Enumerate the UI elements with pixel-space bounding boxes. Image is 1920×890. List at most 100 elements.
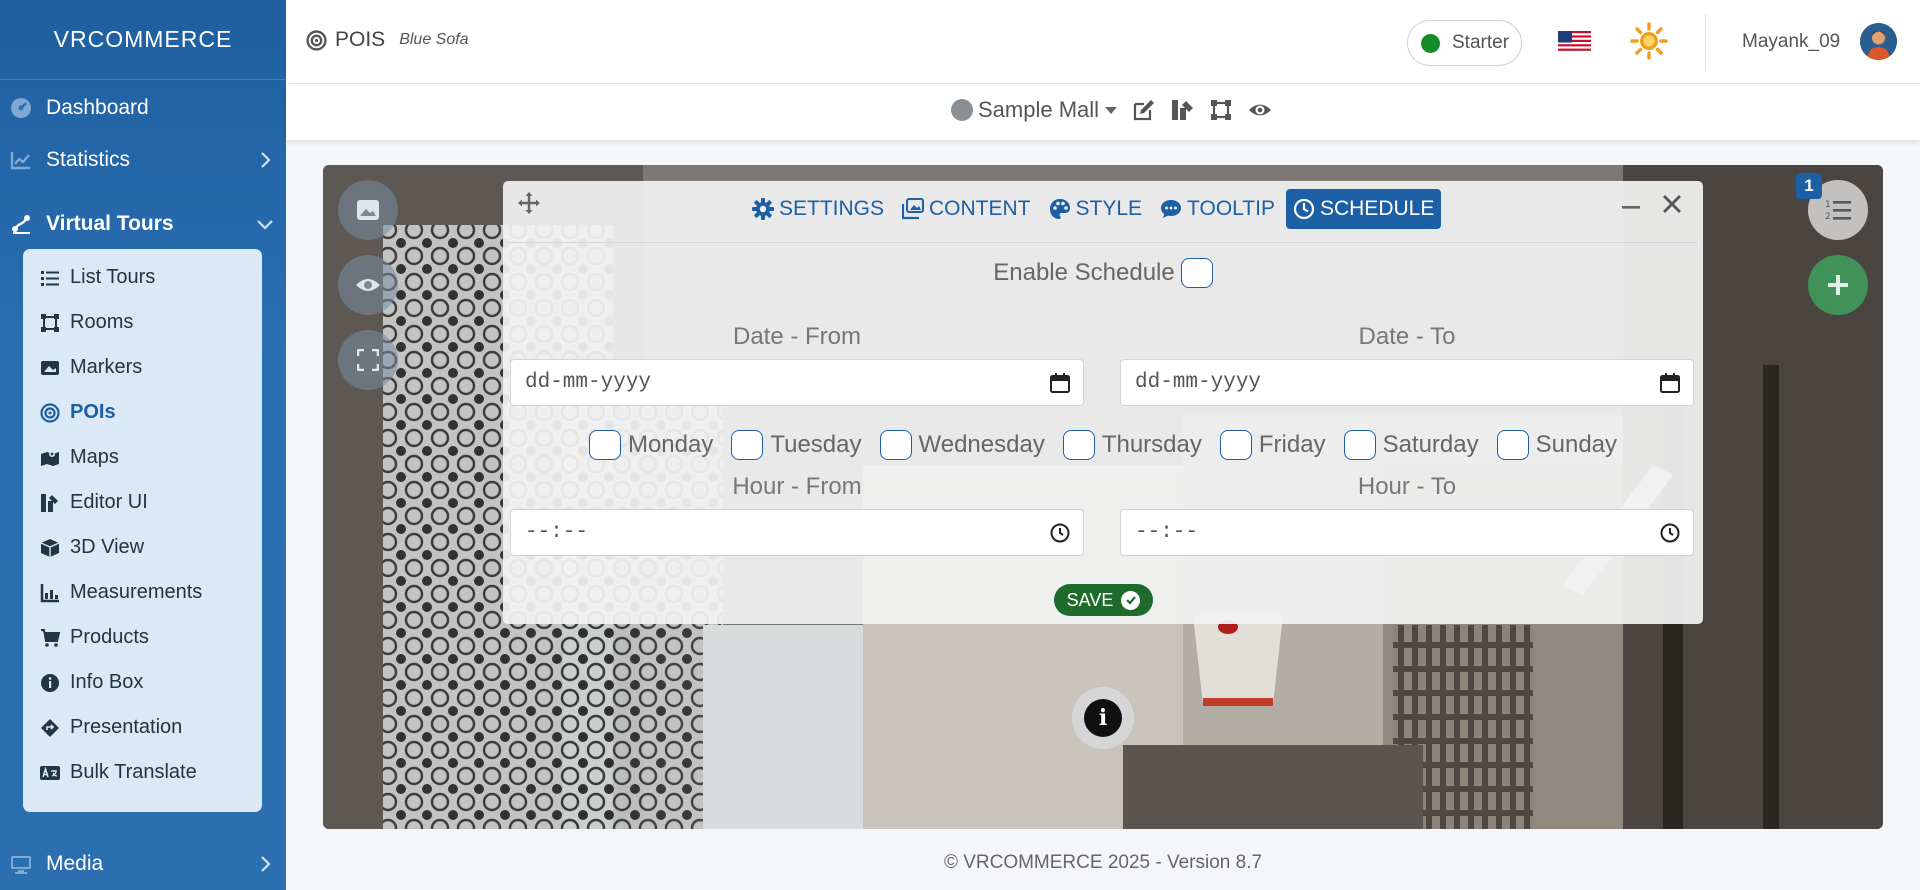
plan-badge[interactable]: Starter <box>1407 20 1522 66</box>
hour-to-input[interactable]: --:-- <box>1120 509 1694 556</box>
day-checkbox[interactable] <box>879 430 912 460</box>
image-button[interactable] <box>338 180 398 240</box>
sidebar-item-label: 3D View <box>70 535 145 558</box>
day-label: Sunday <box>1535 431 1618 458</box>
date-to-input[interactable]: dd-mm-yyyy <box>1120 359 1694 406</box>
day-tuesday[interactable]: Tuesday <box>731 430 862 460</box>
poi-marker[interactable]: i <box>1072 687 1134 749</box>
preview-button[interactable] <box>338 255 398 315</box>
tab-style[interactable]: STYLE <box>1042 189 1150 229</box>
day-checkbox[interactable] <box>1219 430 1252 460</box>
calendar-icon[interactable] <box>1049 372 1071 394</box>
hour-from-input[interactable]: --:-- <box>510 509 1084 556</box>
clock-icon[interactable] <box>1049 522 1071 544</box>
sidebar-item-dashboard[interactable]: Dashboard <box>0 86 286 130</box>
minimize-icon[interactable] <box>1620 196 1642 218</box>
day-label: Thursday <box>1101 431 1202 458</box>
close-icon[interactable] <box>1661 193 1683 215</box>
fullscreen-button[interactable] <box>338 330 398 390</box>
sidebar-item-maps[interactable]: Maps <box>23 438 262 476</box>
page-title: POIS <box>335 28 386 51</box>
save-button[interactable]: SAVE <box>1054 584 1153 616</box>
panel-tabs: SETTINGS CONTENT STYLE TOOLTIP SCHEDULE <box>745 189 1442 229</box>
sidebar-item-pois[interactable]: POIs <box>23 393 262 431</box>
day-checkbox[interactable] <box>1496 430 1529 460</box>
day-label: Tuesday <box>770 431 862 458</box>
hour-from-placeholder: --:-- <box>525 521 589 544</box>
edit-icon[interactable] <box>1132 98 1156 122</box>
tab-label: SCHEDULE <box>1319 197 1435 220</box>
sidebar-item-rooms[interactable]: Rooms <box>23 303 262 341</box>
day-checkbox[interactable] <box>1343 430 1376 460</box>
sidebar-item-3d-view[interactable]: 3D View <box>23 528 262 566</box>
sidebar-item-label: Bulk Translate <box>70 760 197 783</box>
sidebar-item-label: Products <box>70 625 149 648</box>
image-icon <box>357 200 379 220</box>
day-wednesday[interactable]: Wednesday <box>879 430 1045 460</box>
sun-icon[interactable] <box>1630 22 1668 60</box>
list-icon <box>41 271 59 286</box>
tab-settings[interactable]: SETTINGS <box>745 189 891 229</box>
day-friday[interactable]: Friday <box>1219 430 1326 460</box>
calendar-icon[interactable] <box>1659 372 1681 394</box>
info-icon: i <box>1084 699 1122 737</box>
day-thursday[interactable]: Thursday <box>1062 430 1202 460</box>
svg-text:2: 2 <box>1825 212 1831 222</box>
sidebar-item-media[interactable]: Media <box>0 842 286 886</box>
date-to-label: Date - To <box>1358 323 1456 350</box>
sidebar-item-list-tours[interactable]: List Tours <box>23 258 262 296</box>
tab-schedule[interactable]: SCHEDULE <box>1285 189 1442 229</box>
brand-logo[interactable]: VRCOMMERCE <box>0 0 286 80</box>
add-poi-button[interactable] <box>1808 255 1868 315</box>
virtual-tours-icon <box>12 215 30 234</box>
brand-text: VRCOMMERCE <box>53 26 233 52</box>
day-checkbox[interactable] <box>588 430 621 460</box>
day-checkbox[interactable] <box>731 430 764 460</box>
day-label: Wednesday <box>918 431 1045 458</box>
day-label: Friday <box>1258 431 1326 458</box>
day-checkbox[interactable] <box>1062 430 1095 460</box>
enable-schedule-label: Enable Schedule <box>993 259 1175 286</box>
cart-icon <box>41 629 60 647</box>
editor-ui-icon[interactable] <box>1171 98 1195 122</box>
sidebar-item-bulk-translate[interactable]: Bulk Translate <box>23 753 262 791</box>
editor-ui-icon <box>41 494 58 512</box>
sidebar-item-label: Virtual Tours <box>46 212 174 235</box>
list-ol-icon: 12 <box>1825 200 1851 222</box>
avatar[interactable] <box>1860 23 1897 60</box>
sidebar-item-virtual-tours[interactable]: Virtual Tours <box>0 202 286 246</box>
sidebar-item-markers[interactable]: Markers <box>23 348 262 386</box>
tour-name: Sample Mall <box>978 97 1100 122</box>
palette-icon <box>1049 199 1070 219</box>
username[interactable]: Mayank_09 <box>1742 31 1840 53</box>
us-flag-icon[interactable] <box>1558 31 1591 53</box>
plan-label: Starter <box>1452 32 1510 53</box>
sidebar-item-label: Markers <box>70 355 143 378</box>
sidebar-item-label: Editor UI <box>70 490 148 513</box>
tab-tooltip[interactable]: TOOLTIP <box>1153 189 1282 229</box>
hour-to-label: Hour - To <box>1357 473 1457 500</box>
move-icon[interactable] <box>517 191 541 215</box>
sidebar-item-statistics[interactable]: Statistics <box>0 138 286 182</box>
day-monday[interactable]: Monday <box>588 430 713 460</box>
day-sunday[interactable]: Sunday <box>1496 430 1618 460</box>
images-icon <box>902 198 925 220</box>
svg-text:1: 1 <box>1825 200 1831 210</box>
day-saturday[interactable]: Saturday <box>1343 430 1479 460</box>
date-from-label: Date - From <box>732 323 861 350</box>
sidebar-item-products[interactable]: Products <box>23 618 262 656</box>
tour-select[interactable]: Sample Mall <box>951 97 1118 123</box>
tab-content[interactable]: CONTENT <box>895 189 1038 229</box>
rooms-icon[interactable] <box>1209 98 1233 122</box>
date-from-input[interactable]: dd-mm-yyyy <box>510 359 1084 406</box>
sidebar-item-measurements[interactable]: Measurements <box>23 573 262 611</box>
sidebar-item-label: Measurements <box>70 580 203 603</box>
enable-schedule-checkbox[interactable] <box>1180 258 1213 288</box>
divider <box>509 242 1697 243</box>
sidebar-item-presentation[interactable]: Presentation <box>23 708 262 746</box>
sidebar-item-editor-ui[interactable]: Editor UI <box>23 483 262 521</box>
clock-icon[interactable] <box>1659 522 1681 544</box>
eye-icon[interactable] <box>1248 98 1272 122</box>
sidebar-item-info-box[interactable]: Info Box <box>23 663 262 701</box>
sidebar-item-label: List Tours <box>70 265 156 288</box>
